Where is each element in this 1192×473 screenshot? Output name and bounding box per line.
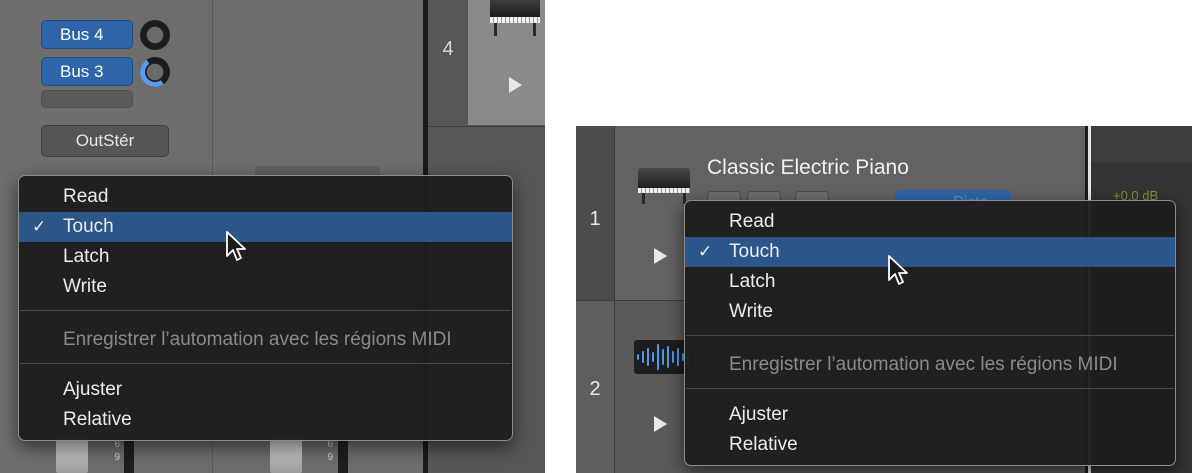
output-button[interactable]: OutStér	[41, 125, 169, 157]
track-number: 2	[589, 378, 601, 400]
pointer-cursor-icon	[226, 231, 246, 261]
checkmark-icon: ✓	[32, 217, 47, 236]
menu-item-touch[interactable]: ✓ Touch	[19, 212, 512, 242]
send-slot-bus-4[interactable]: Bus 4	[41, 20, 133, 49]
track-number: 1	[589, 208, 601, 230]
send-level-knob[interactable]	[140, 20, 170, 50]
play-icon[interactable]	[509, 77, 522, 93]
track-name[interactable]: Classic Electric Piano	[707, 156, 909, 180]
menu-item-record-midi-automation: Enregistrer l’automation avec les région…	[729, 354, 1118, 375]
play-icon[interactable]	[654, 248, 667, 264]
automation-mode-menu: Read ✓ Touch Latch Write Enregistrer l’a…	[684, 200, 1176, 466]
level-meter	[124, 438, 134, 473]
menu-item-latch[interactable]: Latch	[685, 267, 1175, 297]
mixer-panel: 4 Bus 4 Bus 3 OutStér 69 69 Read ✓ Touch…	[0, 0, 545, 473]
play-icon[interactable]	[654, 416, 667, 432]
menu-item-relative[interactable]: Relative	[19, 405, 512, 435]
tracks-panel: +0,0 dB 1 2 Classic Electric Piano Piste	[576, 126, 1192, 473]
menu-item-record-midi-automation: Enregistrer l’automation avec les région…	[63, 329, 452, 350]
menu-item-touch[interactable]: ✓ Touch	[685, 237, 1175, 267]
menu-item-read[interactable]: Read	[685, 207, 1175, 237]
menu-separator	[20, 310, 511, 311]
volume-fader[interactable]	[270, 438, 302, 473]
menu-item-latch[interactable]: Latch	[19, 242, 512, 272]
menu-separator	[686, 335, 1174, 336]
menu-item-relative[interactable]: Relative	[685, 430, 1175, 460]
empty-send-slot[interactable]	[41, 90, 133, 108]
automation-mode-menu: Read ✓ Touch Latch Write Enregistrer l’a…	[18, 175, 513, 441]
menu-item-read[interactable]: Read	[19, 182, 512, 212]
track-divider	[428, 126, 545, 127]
menu-separator	[20, 363, 511, 364]
menu-item-ajuster[interactable]: Ajuster	[19, 375, 512, 405]
menu-item-write[interactable]: Write	[19, 272, 512, 302]
menu-item-write[interactable]: Write	[685, 297, 1175, 327]
fader-scale: 69	[114, 439, 120, 463]
menu-item-ajuster[interactable]: Ajuster	[685, 400, 1175, 430]
send-slot-bus-3[interactable]: Bus 3	[41, 57, 133, 86]
checkmark-icon: ✓	[698, 242, 713, 261]
track-number: 4	[442, 38, 454, 60]
piano-icon	[490, 0, 540, 36]
pointer-cursor-icon	[888, 255, 908, 285]
menu-separator	[686, 388, 1174, 389]
level-meter	[338, 438, 348, 473]
volume-fader[interactable]	[56, 438, 88, 473]
piano-icon	[638, 168, 690, 204]
ruler	[1091, 126, 1192, 162]
fader-scale: 69	[327, 439, 333, 463]
